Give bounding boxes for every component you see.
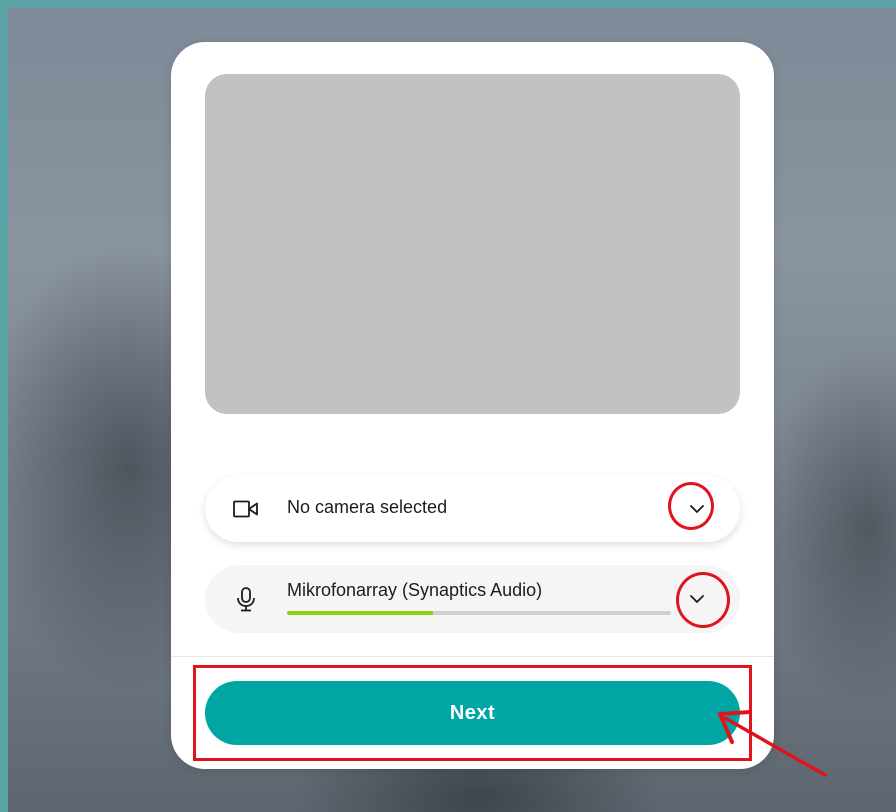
chevron-down-icon xyxy=(690,505,704,513)
divider xyxy=(171,656,774,657)
microphone-label: Mikrofonarray (Synaptics Audio) xyxy=(287,580,543,600)
microphone-level-fill xyxy=(287,611,433,615)
camera-preview xyxy=(205,74,740,414)
chevron-down-icon xyxy=(690,595,704,603)
microphone-level-meter xyxy=(287,611,671,615)
microphone-icon xyxy=(237,587,255,612)
camera-dropdown-button[interactable] xyxy=(682,494,712,524)
microphone-dropdown-button[interactable] xyxy=(682,584,712,614)
device-setup-card: No camera selected Mikrofonarray (Synapt… xyxy=(171,42,774,769)
video-camera-icon xyxy=(233,500,258,518)
camera-selector[interactable]: No camera selected xyxy=(205,476,740,542)
camera-label: No camera selected xyxy=(287,497,448,517)
microphone-selector[interactable]: Mikrofonarray (Synaptics Audio) xyxy=(205,565,740,633)
next-button[interactable]: Next xyxy=(205,681,740,745)
